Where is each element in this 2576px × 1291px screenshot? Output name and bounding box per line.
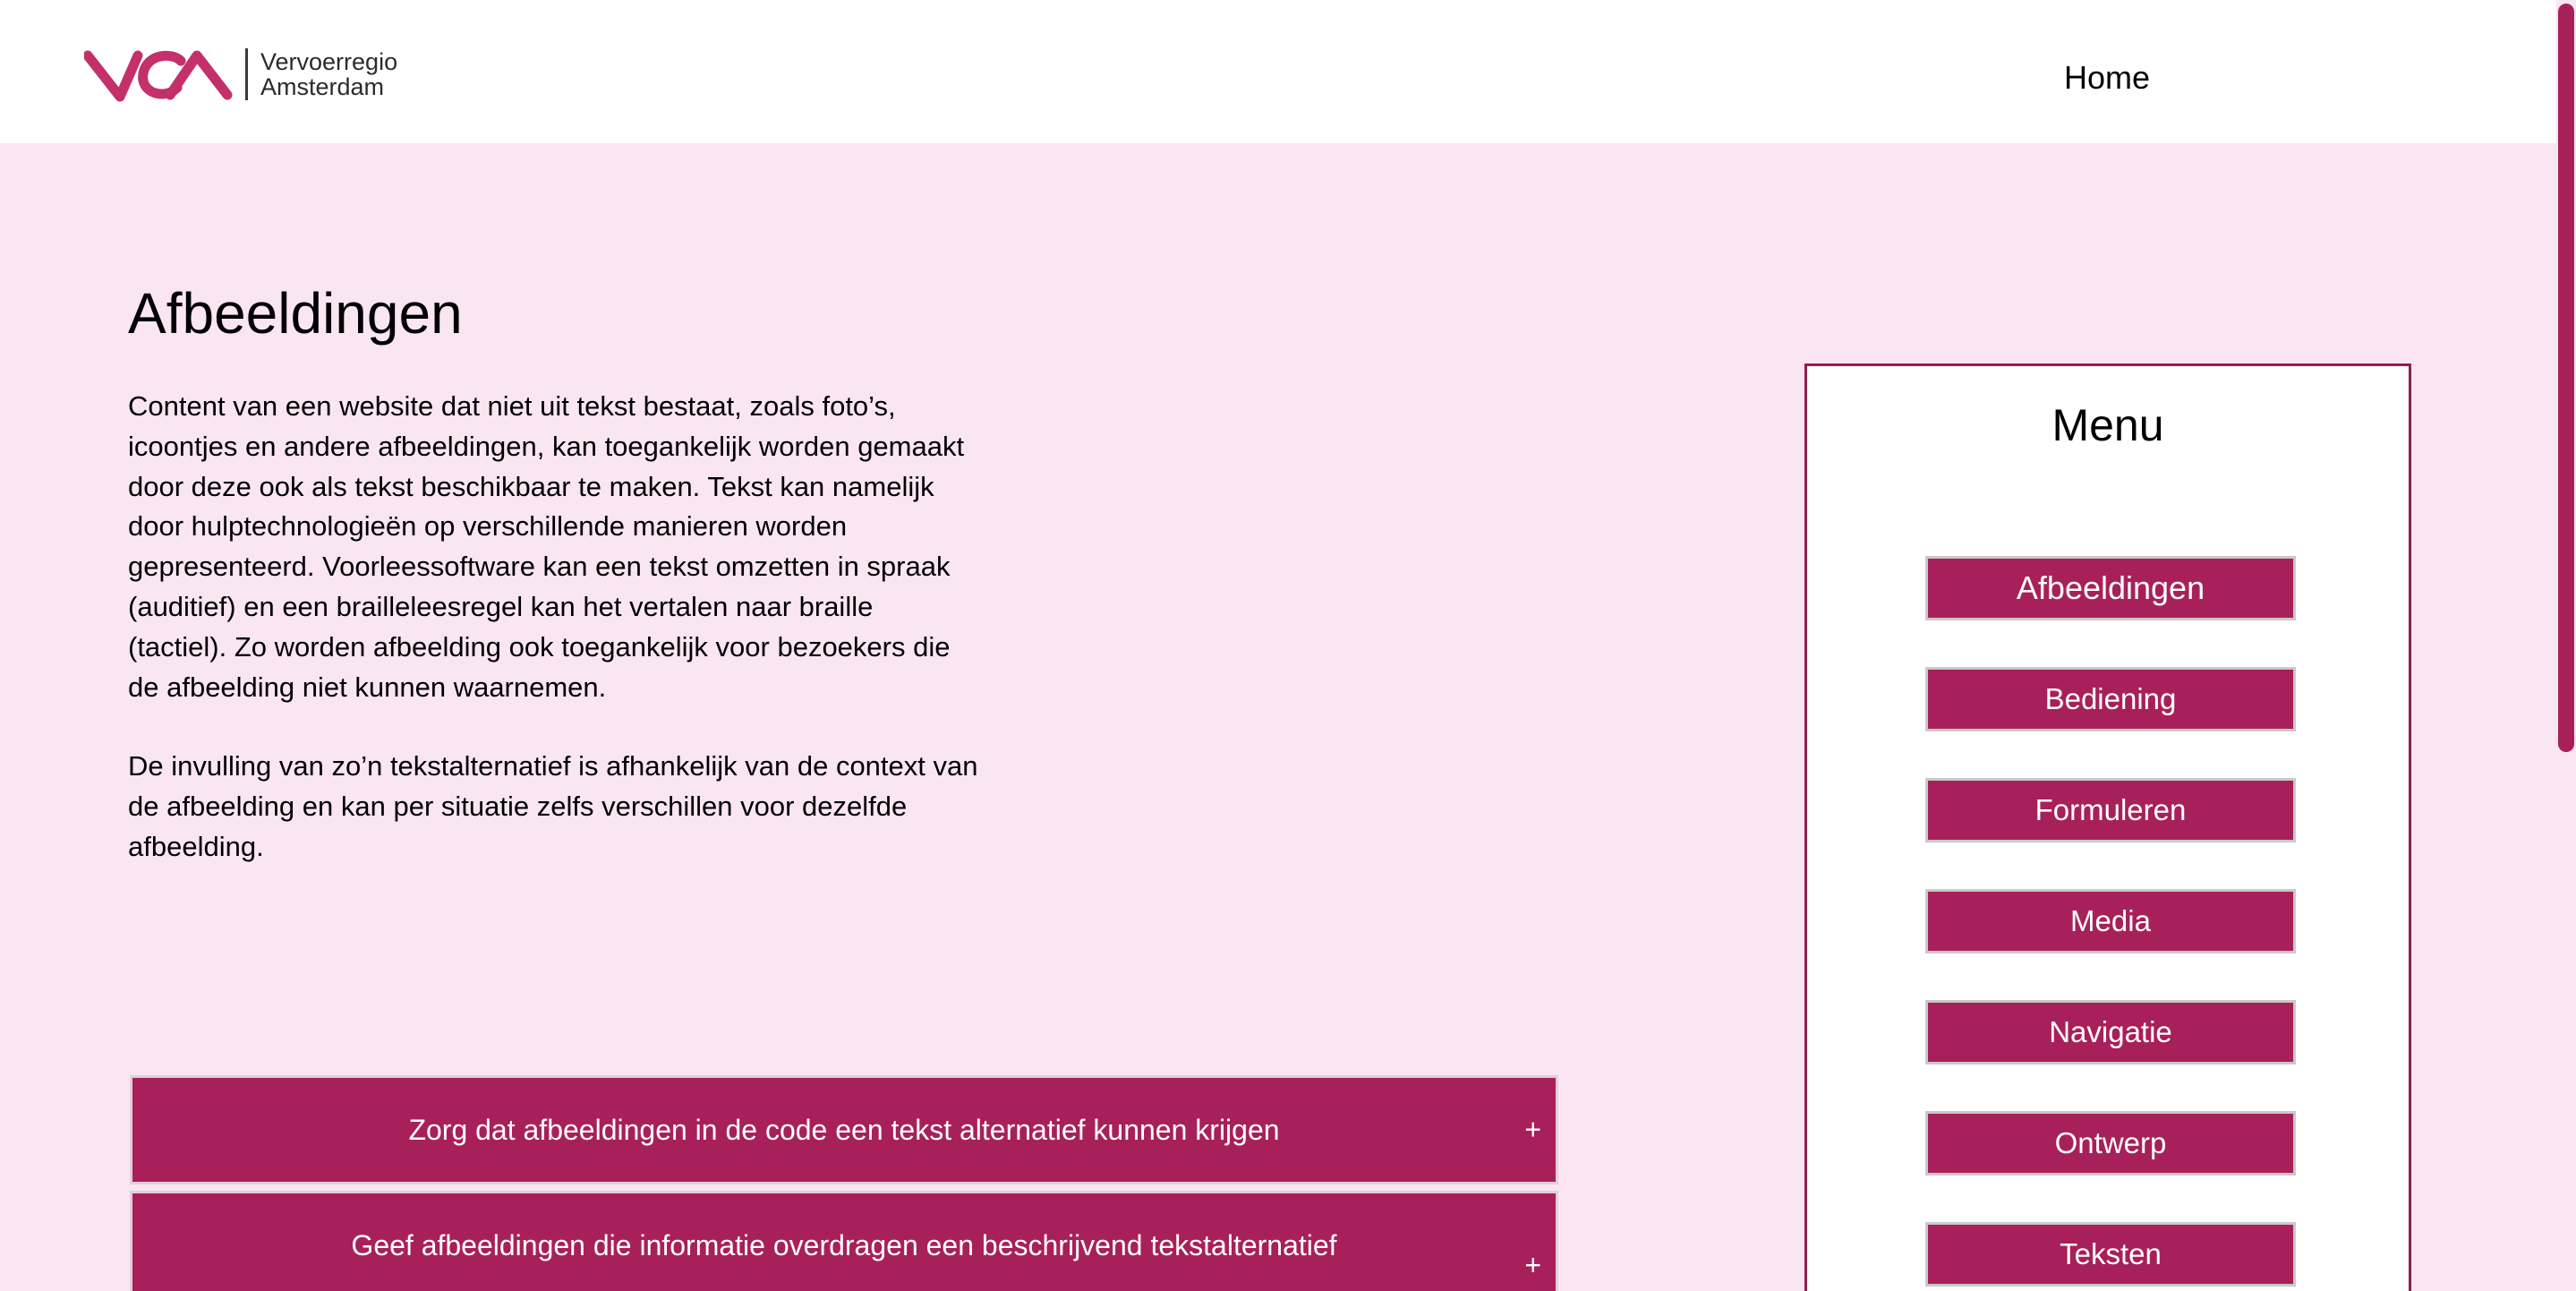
menu-item-media[interactable]: Media [1925, 889, 2296, 953]
content-section: Afbeeldingen Content van een website dat… [128, 278, 978, 907]
page: Vervoerregio Amsterdam Home Afbeeldingen… [0, 0, 2576, 1291]
site-header: Vervoerregio Amsterdam Home [0, 0, 2576, 143]
intro-paragraph: Content van een website dat niet uit tek… [128, 390, 965, 703]
vra-logo-icon [84, 50, 233, 102]
scrollbar-thumb[interactable] [2558, 4, 2574, 752]
logo-text: Vervoerregio Amsterdam [260, 49, 397, 99]
menu-item-formuleren[interactable]: Formuleren [1925, 778, 2296, 842]
logo-line-2: Amsterdam [260, 73, 385, 100]
menu-item-afbeeldingen[interactable]: Afbeeldingen [1925, 556, 2296, 620]
logo-divider [245, 48, 248, 100]
menu-item-ontwerp[interactable]: Ontwerp [1925, 1111, 2296, 1176]
plus-icon: + [1524, 1113, 1541, 1146]
accordion-descriptive-alternative[interactable]: Geef afbeeldingen die informatie overdra… [130, 1191, 1558, 1291]
page-title: Afbeeldingen [128, 281, 463, 346]
logo-line-1: Vervoerregio [260, 48, 398, 75]
accordion-label: Zorg dat afbeeldingen in de code een tek… [408, 1113, 1280, 1146]
menu-item-teksten[interactable]: Teksten [1925, 1222, 2296, 1287]
accordion-label: Geef afbeeldingen die informatie overdra… [351, 1229, 1337, 1261]
logo-link[interactable]: Vervoerregio Amsterdam [84, 45, 397, 104]
scrollbar[interactable] [2556, 0, 2576, 1291]
nav-home-link[interactable]: Home [2064, 59, 2150, 97]
accordion-text-alternative-code[interactable]: Zorg dat afbeeldingen in de code een tek… [130, 1075, 1558, 1184]
menu-title: Menu [2051, 400, 2164, 450]
context-paragraph: De invulling van zo’n tekstalternatief i… [128, 750, 978, 862]
plus-icon: + [1524, 1249, 1541, 1281]
menu-item-bediening[interactable]: Bediening [1925, 667, 2296, 731]
menu-item-navigatie[interactable]: Navigatie [1925, 1000, 2296, 1064]
side-menu: Menu Afbeeldingen Bediening Formuleren M… [1804, 363, 2411, 1291]
